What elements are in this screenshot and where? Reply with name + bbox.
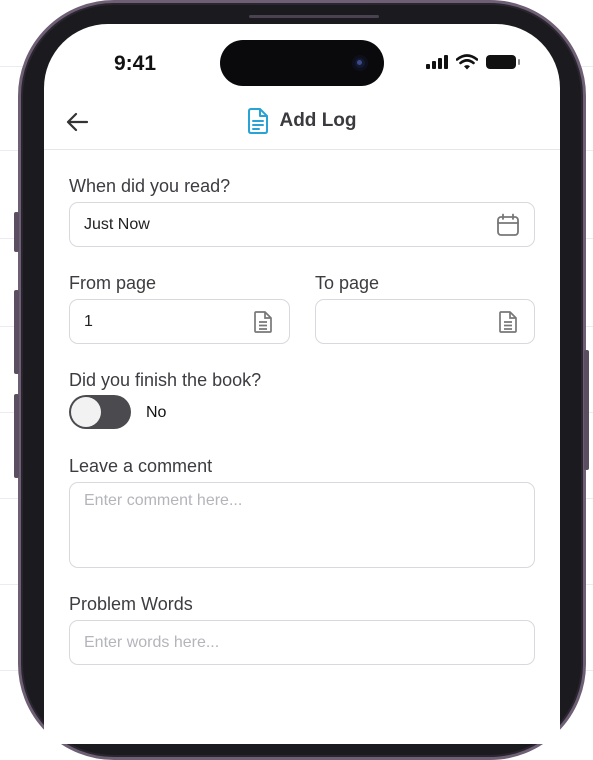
phone-side-button <box>584 350 589 470</box>
finished-toggle[interactable] <box>69 395 131 429</box>
app-screen: 9:41 Add Log When did you read? Just Now <box>44 24 560 744</box>
toggle-knob <box>71 397 101 427</box>
problem-words-input[interactable]: Enter words here... <box>69 620 535 665</box>
document-icon <box>248 108 269 134</box>
wifi-icon <box>456 54 478 70</box>
from-page-input[interactable]: 1 <box>69 299 290 344</box>
from-page-label: From page <box>69 273 157 293</box>
phone-side-button <box>14 290 19 374</box>
problem-words-placeholder: Enter words here... <box>84 633 220 651</box>
page-title: Add Log <box>44 108 560 134</box>
finished-toggle-value: No <box>146 404 167 421</box>
status-time: 9:41 <box>114 52 157 75</box>
to-page-input[interactable] <box>315 299 535 344</box>
when-field[interactable]: Just Now <box>69 202 535 247</box>
app-header: Add Log <box>44 94 560 150</box>
document-icon <box>499 310 517 333</box>
status-icons <box>426 54 520 70</box>
problem-words-label: Problem Words <box>69 594 193 614</box>
phone-side-button <box>14 212 19 252</box>
phone-side-button <box>14 394 19 478</box>
camera-icon <box>352 55 368 71</box>
calendar-icon[interactable] <box>496 213 520 237</box>
dynamic-island <box>220 40 384 86</box>
phone-top-edge <box>249 15 379 18</box>
signal-icon <box>426 55 448 69</box>
from-page-value: 1 <box>84 312 93 330</box>
battery-icon <box>486 55 520 69</box>
document-icon <box>254 310 272 333</box>
page-title-text: Add Log <box>279 110 357 131</box>
comment-placeholder: Enter comment here... <box>84 492 243 509</box>
finished-label: Did you finish the book? <box>69 370 262 390</box>
comment-textarea[interactable]: Enter comment here... <box>69 482 535 568</box>
to-page-label: To page <box>315 273 380 293</box>
when-label: When did you read? <box>69 176 231 196</box>
when-value: Just Now <box>84 215 150 233</box>
comment-label: Leave a comment <box>69 456 213 476</box>
